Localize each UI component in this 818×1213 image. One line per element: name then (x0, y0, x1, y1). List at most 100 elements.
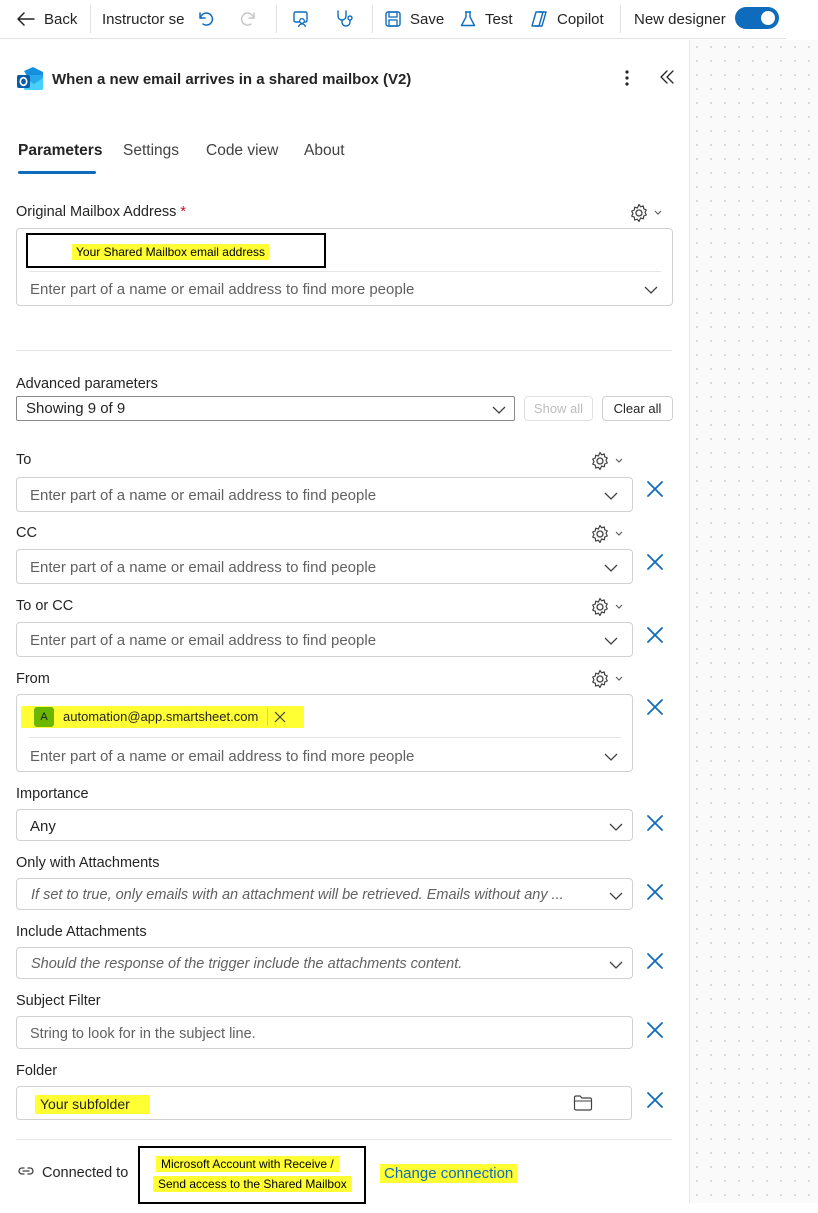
from-placeholder: Enter part of a name or email address to… (30, 748, 415, 765)
to-placeholder: Enter part of a name or email address to… (30, 487, 377, 504)
cc-field[interactable]: Enter part of a name or email address to… (16, 549, 633, 584)
to-label: To (16, 452, 32, 468)
from-label: From (16, 671, 50, 687)
to-settings-button[interactable] (589, 450, 623, 472)
back-label: Back (44, 10, 78, 28)
cc-label: CC (16, 525, 37, 541)
test-label: Test (485, 10, 513, 28)
change-connection-link[interactable]: Change connection (380, 1164, 518, 1183)
to-or-cc-placeholder: Enter part of a name or email address to… (30, 632, 377, 649)
subject-filter-input[interactable]: String to look for in the subject line. (16, 1016, 633, 1049)
folder-value: Your subfolder (35, 1095, 150, 1114)
remove-importance-icon[interactable] (645, 813, 665, 833)
chevron-down-icon[interactable] (603, 752, 619, 762)
comment-person-icon (291, 9, 311, 29)
flow-name-field[interactable]: Instructor se (102, 0, 184, 38)
more-options-icon[interactable] (620, 68, 634, 88)
only-attachments-label: Only with Attachments (16, 855, 160, 871)
gear-icon (592, 524, 623, 544)
chevron-down-icon (609, 892, 623, 900)
include-attachments-label: Include Attachments (16, 924, 147, 940)
remove-subject-filter-icon[interactable] (645, 1020, 665, 1040)
avatar: A (34, 707, 54, 727)
remove-to-icon[interactable] (645, 479, 665, 499)
tab-settings[interactable]: Settings (123, 142, 179, 160)
save-button[interactable]: Save (384, 0, 444, 38)
save-label: Save (410, 10, 445, 28)
clear-all-button[interactable]: Clear all (602, 396, 673, 421)
mailbox-settings-button[interactable] (628, 202, 662, 224)
gear-icon (592, 669, 623, 689)
remove-include-attachments-icon[interactable] (645, 951, 665, 971)
subject-filter-placeholder: String to look for in the subject line. (30, 1026, 256, 1042)
collapse-panel-icon[interactable] (658, 68, 676, 86)
active-tab-indicator (18, 171, 96, 174)
tab-code-view[interactable]: Code view (206, 142, 278, 160)
importance-label: Importance (16, 786, 89, 802)
connected-to-label: Connected to (42, 1165, 129, 1181)
flow-name-text: Instructor se (102, 10, 184, 28)
toggle-knob (761, 11, 775, 25)
save-icon (384, 10, 402, 28)
redo-button[interactable] (240, 0, 258, 38)
mailbox-label: Original Mailbox Address * (16, 204, 187, 220)
importance-dropdown[interactable]: Any (16, 809, 633, 841)
chevron-down-icon[interactable] (603, 636, 619, 646)
advanced-parameters-dropdown[interactable]: Showing 9 of 9 (16, 396, 515, 421)
copilot-button[interactable]: Copilot (529, 0, 604, 38)
chevron-down-icon (492, 406, 506, 414)
subject-filter-label: Subject Filter (16, 993, 101, 1009)
importance-value: Any (30, 818, 56, 835)
tab-parameters[interactable]: Parameters (18, 142, 102, 160)
chevron-down-icon[interactable] (643, 285, 659, 295)
chevron-down-icon[interactable] (603, 563, 619, 573)
remove-cc-icon[interactable] (645, 552, 665, 572)
remove-from-icon[interactable] (645, 697, 665, 717)
remove-folder-icon[interactable] (645, 1090, 665, 1110)
link-icon (18, 1167, 34, 1175)
cc-settings-button[interactable] (589, 523, 623, 545)
flow-checker-button[interactable] (334, 0, 354, 38)
test-button[interactable]: Test (459, 0, 513, 38)
outlook-icon (16, 66, 44, 92)
comments-button[interactable] (291, 0, 311, 38)
include-attachments-dropdown[interactable]: Should the response of the trigger inclu… (16, 947, 633, 979)
to-or-cc-settings-button[interactable] (589, 596, 623, 618)
top-toolbar: Back Instructor se Save Test Copilot New… (0, 0, 786, 39)
tab-about[interactable]: About (304, 142, 345, 160)
remove-to-or-cc-icon[interactable] (645, 625, 665, 645)
undo-button[interactable] (196, 0, 214, 38)
gear-icon (592, 597, 623, 617)
folder-label: Folder (16, 1063, 58, 1079)
stethoscope-icon (334, 9, 354, 29)
remove-only-attachments-icon[interactable] (645, 882, 665, 902)
connection-annotation-line1: Microsoft Account with Receive / (156, 1156, 339, 1172)
folder-icon[interactable] (573, 1094, 593, 1112)
to-or-cc-field[interactable]: Enter part of a name or email address to… (16, 622, 633, 657)
new-designer-toggle[interactable] (735, 7, 779, 29)
chevron-down-icon (609, 823, 623, 831)
mailbox-annotation-box: Your Shared Mailbox email address (26, 233, 326, 268)
to-or-cc-label: To or CC (16, 598, 74, 614)
redo-icon (240, 10, 258, 28)
to-field[interactable]: Enter part of a name or email address to… (16, 477, 633, 512)
remove-chip-icon[interactable] (274, 711, 286, 723)
copilot-label: Copilot (557, 10, 604, 28)
from-field[interactable]: A automation@app.smartsheet.com Enter pa… (16, 694, 633, 772)
mailbox-annotation: Your Shared Mailbox email address (72, 244, 269, 260)
back-button[interactable]: Back (16, 0, 77, 38)
mailbox-field[interactable]: Your Shared Mailbox email address Enter … (16, 228, 673, 306)
from-settings-button[interactable] (589, 668, 623, 690)
chevron-down-icon[interactable] (603, 491, 619, 501)
only-attachments-dropdown[interactable]: If set to true, only emails with an atta… (16, 878, 633, 910)
connection-annotation-line2: Send access to the Shared Mailbox (153, 1176, 352, 1192)
advanced-parameters-label: Advanced parameters (16, 376, 158, 392)
folder-input[interactable]: Your subfolder (16, 1086, 632, 1120)
show-all-button[interactable]: Show all (524, 396, 593, 421)
designer-canvas[interactable] (689, 40, 818, 1203)
include-attachments-placeholder: Should the response of the trigger inclu… (31, 956, 463, 972)
undo-icon (196, 10, 214, 28)
panel-title: When a new email arrives in a shared mai… (52, 71, 412, 88)
advanced-showing-text: Showing 9 of 9 (26, 400, 126, 417)
from-chip-email: automation@app.smartsheet.com (63, 709, 259, 724)
